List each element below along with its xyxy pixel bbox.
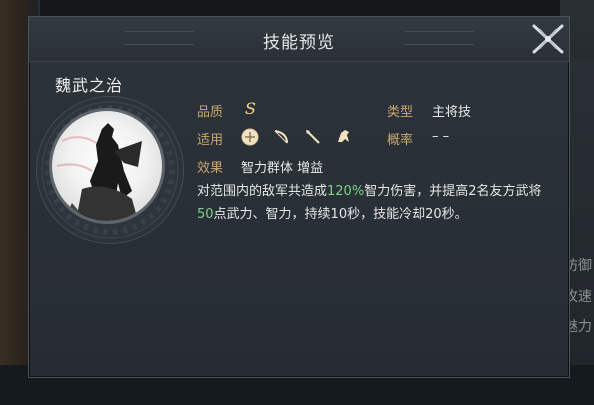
description-highlight: 120% [327, 184, 365, 199]
description-highlight: 50 [197, 207, 214, 222]
dialog-titlebar: 技能预览 [29, 17, 569, 62]
game-screen: 防御 攻速 魅力 技能预览 魏武之治 品质 S 类型 主将技 适用 概率 – –… [0, 0, 594, 405]
skill-portrait [49, 108, 165, 224]
skill-name: 魏武之治 [55, 76, 124, 95]
warrior-silhouette-icon [56, 123, 142, 221]
cavalry-unit-icon [338, 130, 349, 142]
type-value: 主将技 [432, 105, 472, 120]
apply-label: 适用 [197, 133, 224, 148]
quality-value: S [245, 99, 256, 118]
chance-label: 概率 [387, 133, 414, 148]
quality-label: 品质 [197, 105, 224, 120]
shield-unit-icon [241, 128, 259, 146]
description-text: 智力伤害，并提高2名友方武将 [364, 184, 542, 199]
spear-unit-icon [306, 130, 320, 144]
chance-value: – – [432, 129, 450, 144]
type-label: 类型 [387, 105, 414, 120]
close-icon [532, 24, 564, 54]
bow-unit-icon [274, 130, 288, 144]
description-text: 点武力、智力，持续10秒，技能冷却20秒。 [213, 207, 468, 222]
close-button[interactable] [528, 20, 568, 58]
dialog-title: 技能预览 [263, 33, 335, 53]
description-text: 对范围内的敌军共造成 [197, 184, 328, 199]
skill-description: 对范围内的敌军共造成120%智力伤害，并提高2名友方武将 50点武力、智力，持续1… [197, 180, 542, 226]
effect-tags: 智力群体 增益 [241, 161, 324, 176]
effect-label: 效果 [197, 161, 224, 176]
